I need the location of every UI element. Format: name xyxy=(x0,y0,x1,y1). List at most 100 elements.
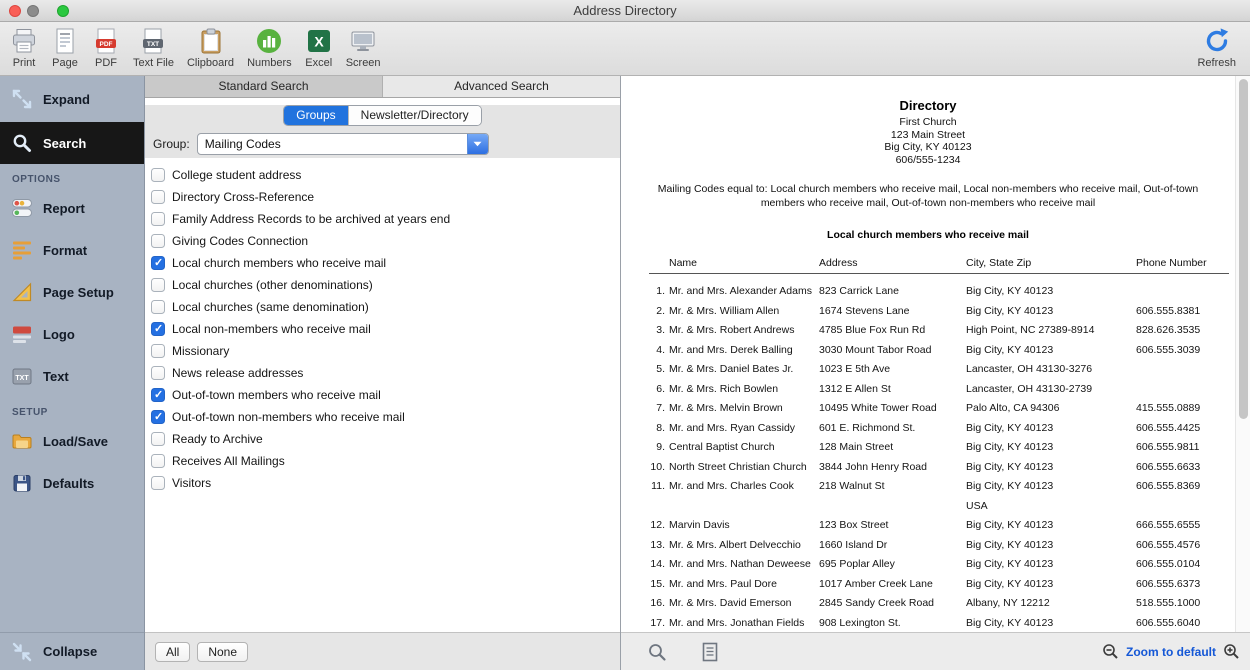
checkbox[interactable] xyxy=(151,212,165,226)
checkbox-row[interactable]: Out-of-town members who receive mail xyxy=(151,384,620,406)
sidebar-item-load-save[interactable]: Load/Save xyxy=(0,420,144,462)
sidebar-item-format[interactable]: Format xyxy=(0,229,144,271)
sidebar-item-logo[interactable]: Logo xyxy=(0,313,144,355)
checkbox-row[interactable]: College student address xyxy=(151,164,620,186)
checkbox-row[interactable]: Giving Codes Connection xyxy=(151,230,620,252)
row-phone xyxy=(1136,380,1229,400)
zoom-to-default-link[interactable]: Zoom to default xyxy=(1126,645,1216,659)
checkbox[interactable] xyxy=(151,278,165,292)
filter-header: Groups Newsletter/Directory Group: Maili… xyxy=(145,105,620,164)
sidebar-item-report[interactable]: Report xyxy=(0,187,144,229)
row-address: 1660 Island Dr xyxy=(819,536,966,556)
checkbox[interactable] xyxy=(151,168,165,182)
row-number: 8. xyxy=(649,419,669,439)
row-address: 601 E. Richmond St. xyxy=(819,419,966,439)
checkbox-row[interactable]: Local churches (other denominations) xyxy=(151,274,620,296)
sidebar-item-label: Collapse xyxy=(43,644,97,659)
table-row: 5. Mr. & Mrs. Daniel Bates Jr. 1023 E 5t… xyxy=(649,360,1229,380)
checkbox[interactable] xyxy=(151,256,165,270)
window-title: Address Directory xyxy=(0,0,1250,21)
zoom-out-icon[interactable] xyxy=(1102,643,1119,660)
numbers-button[interactable]: Numbers xyxy=(247,26,292,69)
row-phone: 606.555.0104 xyxy=(1136,555,1229,575)
checkbox-row[interactable]: Local churches (same denomination) xyxy=(151,296,620,318)
checkbox-label: Local churches (other denominations) xyxy=(172,278,373,292)
row-number: 2. xyxy=(649,302,669,322)
excel-button[interactable]: X Excel xyxy=(305,26,333,69)
toolbar-label: Text File xyxy=(133,57,174,69)
sidebar-item-search[interactable]: Search xyxy=(0,122,144,164)
preview-panel: Directory First Church 123 Main Street B… xyxy=(620,76,1250,670)
table-row: 13. Mr. & Mrs. Albert Delvecchio 1660 Is… xyxy=(649,536,1229,556)
checkbox[interactable] xyxy=(151,476,165,490)
checkbox-label: College student address xyxy=(172,168,301,182)
checkbox-row[interactable]: News release addresses xyxy=(151,362,620,384)
checkbox-row[interactable]: Visitors xyxy=(151,472,620,494)
tab-standard-search[interactable]: Standard Search xyxy=(145,76,383,97)
group-row: Group: Mailing Codes xyxy=(145,133,620,155)
row-phone: 666.555.6555 xyxy=(1136,516,1229,536)
scrollbar-thumb[interactable] xyxy=(1239,79,1248,419)
checkbox-row[interactable]: Missionary xyxy=(151,340,620,362)
toolbar-label: PDF xyxy=(95,57,117,69)
checkbox-row[interactable]: Local church members who receive mail xyxy=(151,252,620,274)
segment-groups[interactable]: Groups xyxy=(284,106,347,125)
checkbox[interactable] xyxy=(151,234,165,248)
group-dropdown[interactable]: Mailing Codes xyxy=(197,133,489,155)
checkbox-label: Missionary xyxy=(172,344,229,358)
text-file-icon: TXT xyxy=(139,26,167,56)
row-name: Mr. & Mrs. Albert Delvecchio xyxy=(669,536,819,556)
segment-newsletter-directory[interactable]: Newsletter/Directory xyxy=(348,106,481,125)
search-panel-footer: All None xyxy=(145,632,620,670)
checkbox[interactable] xyxy=(151,454,165,468)
checkbox[interactable] xyxy=(151,388,165,402)
tab-advanced-search[interactable]: Advanced Search xyxy=(383,76,620,97)
sidebar-item-collapse[interactable]: Collapse xyxy=(0,632,144,670)
checkbox[interactable] xyxy=(151,432,165,446)
preview-footer: Zoom to default xyxy=(621,632,1250,670)
criteria-text: Mailing Codes equal to: Local church mem… xyxy=(641,183,1215,210)
checkbox[interactable] xyxy=(151,344,165,358)
sidebar-item-expand[interactable]: Expand xyxy=(0,76,144,122)
sidebar-item-page-setup[interactable]: Page Setup xyxy=(0,271,144,313)
chevron-down-icon[interactable] xyxy=(467,134,488,154)
expand-arrows-icon xyxy=(10,87,34,111)
org-phone: 606/555-1234 xyxy=(621,154,1235,167)
row-name: Mr. & Mrs. Robert Andrews xyxy=(669,321,819,341)
sidebar-item-defaults[interactable]: Defaults xyxy=(0,462,144,504)
page-button[interactable]: Page xyxy=(51,26,79,69)
row-city: Big City, KY 40123 xyxy=(966,575,1136,595)
zoom-in-icon[interactable] xyxy=(1223,643,1240,660)
table-row: 2. Mr. & Mrs. William Allen 1674 Stevens… xyxy=(649,302,1229,322)
checkbox[interactable] xyxy=(151,322,165,336)
checkbox-row[interactable]: Out-of-town non-members who receive mail xyxy=(151,406,620,428)
checkbox[interactable] xyxy=(151,366,165,380)
checkbox[interactable] xyxy=(151,190,165,204)
preview-search-icon[interactable] xyxy=(647,642,667,662)
zoom-window-button[interactable] xyxy=(57,5,69,17)
preview-page-icon[interactable] xyxy=(701,642,719,662)
refresh-button[interactable]: Refresh xyxy=(1197,26,1236,69)
search-tabbar: Standard Search Advanced Search xyxy=(145,76,620,98)
none-button[interactable]: None xyxy=(197,642,248,662)
pdf-button[interactable]: PDF PDF xyxy=(92,26,120,69)
checkbox-row[interactable]: Directory Cross-Reference xyxy=(151,186,620,208)
org-address: 123 Main Street xyxy=(621,129,1235,142)
print-button[interactable]: Print xyxy=(10,26,38,69)
clipboard-button[interactable]: Clipboard xyxy=(187,26,234,69)
row-address: 4785 Blue Fox Run Rd xyxy=(819,321,966,341)
checkbox[interactable] xyxy=(151,300,165,314)
checkbox-row[interactable]: Ready to Archive xyxy=(151,428,620,450)
txt-badge-icon: TXT xyxy=(10,364,34,388)
scrollbar-track[interactable] xyxy=(1235,76,1250,632)
checkbox-row[interactable]: Family Address Records to be archived at… xyxy=(151,208,620,230)
checkbox-row[interactable]: Local non-members who receive mail xyxy=(151,318,620,340)
all-button[interactable]: All xyxy=(155,642,190,662)
minimize-button[interactable] xyxy=(27,5,39,17)
close-button[interactable] xyxy=(9,5,21,17)
sidebar-item-text[interactable]: TXT Text xyxy=(0,355,144,397)
text-file-button[interactable]: TXT Text File xyxy=(133,26,174,69)
checkbox[interactable] xyxy=(151,410,165,424)
screen-button[interactable]: Screen xyxy=(346,26,381,69)
checkbox-row[interactable]: Receives All Mailings xyxy=(151,450,620,472)
